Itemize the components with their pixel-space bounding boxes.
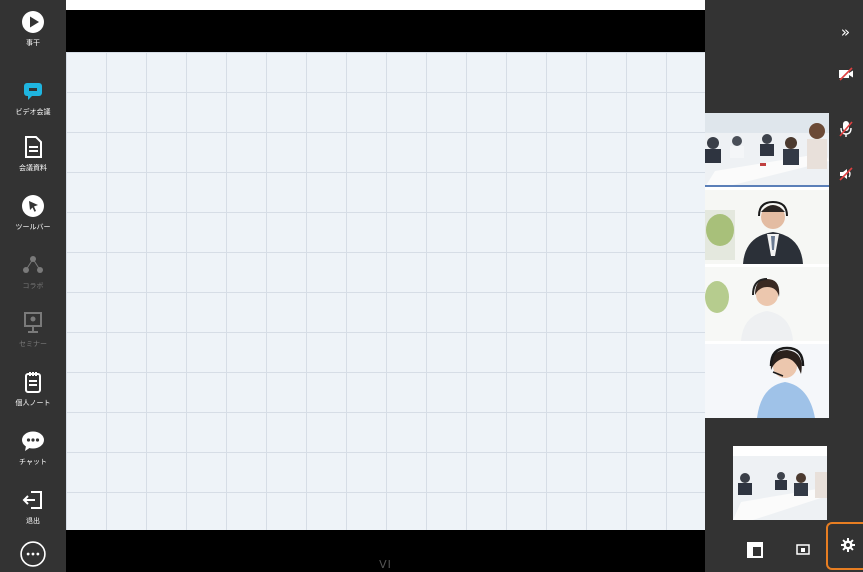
sidebar-item-notes[interactable]: 個人ノート (0, 370, 66, 426)
meeting-room-image (705, 113, 829, 187)
man-with-headset-image (705, 190, 829, 264)
sidebar-item-documents[interactable]: 会議資料 (0, 135, 66, 191)
layout-button[interactable] (740, 535, 770, 565)
speaker-off-icon (838, 167, 853, 181)
settings-icon (841, 538, 855, 552)
sidebar-item-start[interactable]: 事干 (0, 10, 66, 66)
presenter-icon (24, 312, 42, 333)
more-icon (20, 541, 46, 567)
self-view-image (733, 446, 827, 520)
play-icon (22, 11, 44, 33)
sidebar-item-video-meeting[interactable]: ビデオ会議 (0, 79, 66, 135)
top-strip (66, 0, 705, 10)
top-bar (66, 0, 705, 52)
page-indicator: VI (379, 558, 392, 571)
sidebar-item-label: 退出 (26, 517, 40, 525)
network-icon (23, 256, 43, 273)
sidebar-item-label: 事干 (26, 39, 40, 47)
speaker-toggle-button[interactable] (828, 160, 863, 188)
sidebar-item-collab[interactable]: コラボ (0, 253, 66, 309)
document-icon (25, 136, 42, 158)
self-video-preview[interactable] (733, 446, 827, 520)
participant-video[interactable] (705, 267, 829, 341)
cursor-icon (22, 195, 44, 217)
bottom-bar: VI (66, 530, 705, 572)
screen-share-icon (796, 544, 810, 555)
sidebar-item-label: 個人ノート (15, 399, 51, 407)
woman-with-headset-2-image (705, 344, 829, 418)
sidebar-item-more[interactable] (0, 541, 66, 571)
sidebar-item-toolbar[interactable]: ツールバー (0, 194, 66, 250)
collapse-panel-button[interactable]: » (828, 18, 863, 46)
participant-video[interactable] (705, 113, 829, 187)
sidebar-item-chat[interactable]: チャット (0, 429, 66, 485)
app-window: 事干 ビデオ会議 会議資料 ツールバー コラボ セミナー 個人ノート チャット … (0, 0, 863, 572)
participant-video-list (705, 113, 829, 418)
screen-share-button[interactable] (788, 535, 818, 565)
speech-bubble-icon (22, 431, 44, 451)
participant-video[interactable] (705, 190, 829, 264)
settings-button[interactable] (833, 536, 863, 566)
camera-toggle-button[interactable] (828, 60, 863, 88)
camera-off-icon (838, 67, 853, 81)
sidebar-item-label: ビデオ会議 (15, 108, 51, 116)
woman-with-headset-image (705, 267, 829, 341)
mic-off-icon (838, 121, 853, 137)
exit-icon (22, 491, 42, 509)
sidebar-item-label: セミナー (19, 340, 47, 348)
sidebar-item-label: 会議資料 (19, 164, 47, 172)
left-sidebar: 事干 ビデオ会議 会議資料 ツールバー コラボ セミナー 個人ノート チャット … (0, 0, 66, 572)
sidebar-item-label: ツールバー (15, 223, 51, 231)
mic-toggle-button[interactable] (828, 115, 863, 143)
settings-highlight (826, 522, 863, 570)
notepad-icon (25, 372, 41, 393)
sidebar-item-label: コラボ (22, 282, 44, 290)
right-toolbar: » (828, 10, 863, 210)
whiteboard-canvas[interactable] (66, 52, 705, 530)
sidebar-item-label: チャット (19, 458, 47, 466)
sidebar-item-exit[interactable]: 退出 (0, 488, 66, 544)
sidebar-item-seminar[interactable]: セミナー (0, 311, 66, 367)
chat-bubble-icon (24, 83, 42, 100)
participant-video[interactable] (705, 344, 829, 418)
layout-icon (747, 542, 763, 558)
